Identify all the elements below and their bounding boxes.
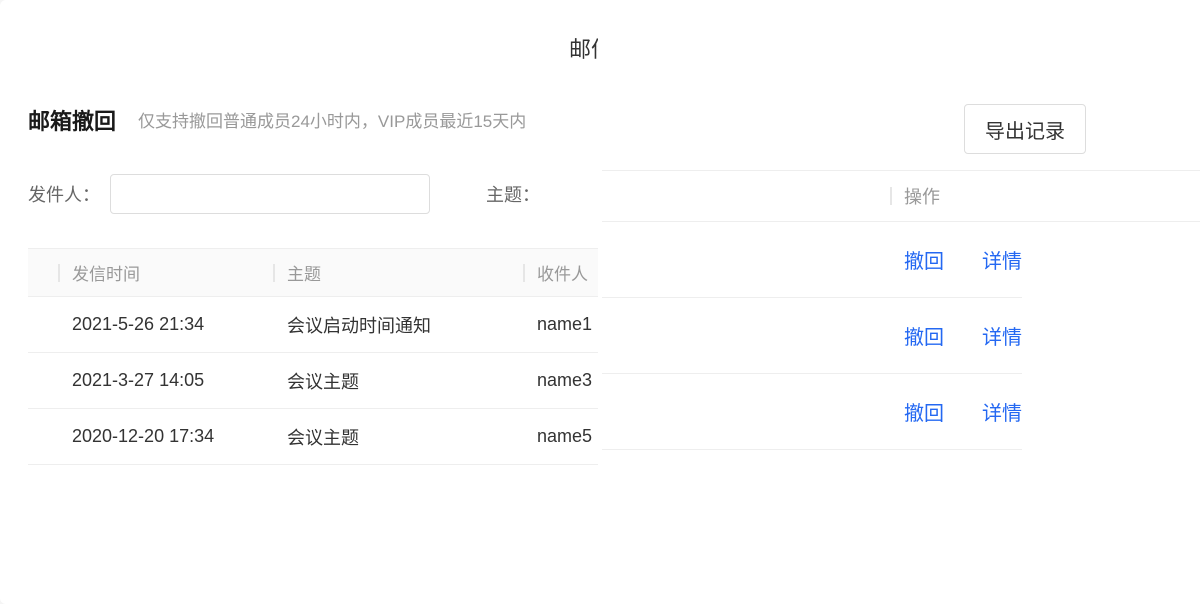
actions-row: 撤回 详情 [602,222,1022,298]
col-actions-header: 操作 [890,183,940,209]
sender-label: 发件人： [28,181,100,207]
cell-subject: 会议主题 [273,368,523,394]
hint-text: 仅支持撤回普通成员24小时内，VIP成员最近15天内 [138,107,526,132]
export-button[interactable]: 导出记录 [964,104,1086,154]
sender-input[interactable] [110,174,430,214]
col-subject-header: 主题 [273,260,523,285]
detail-button[interactable]: 详情 [982,397,1022,426]
cell-time: 2020-12-20 17:34 [58,426,273,447]
cell-time: 2021-5-26 21:34 [58,314,273,335]
actions-header: 操作 [602,170,1200,222]
col-time-header: 发信时间 [58,260,273,285]
detail-button[interactable]: 详情 [982,321,1022,350]
actions-panel: 导出记录 操作 撤回 详情 撤回 详情 撤回 详情 [598,0,1204,604]
actions-rows: 撤回 详情 撤回 详情 撤回 详情 [602,222,1200,450]
panel-top: 导出记录 [598,0,1204,170]
section-title: 邮箱撤回 [28,104,116,136]
recall-button[interactable]: 撤回 [904,397,944,426]
detail-button[interactable]: 详情 [982,245,1022,274]
actions-row: 撤回 详情 [602,374,1022,450]
cell-time: 2021-3-27 14:05 [58,370,273,391]
subject-label: 主题： [486,181,540,207]
recall-button[interactable]: 撤回 [904,245,944,274]
cell-subject: 会议主题 [273,424,523,450]
recall-button[interactable]: 撤回 [904,321,944,350]
cell-subject: 会议启动时间通知 [273,312,523,338]
actions-row: 撤回 详情 [602,298,1022,374]
